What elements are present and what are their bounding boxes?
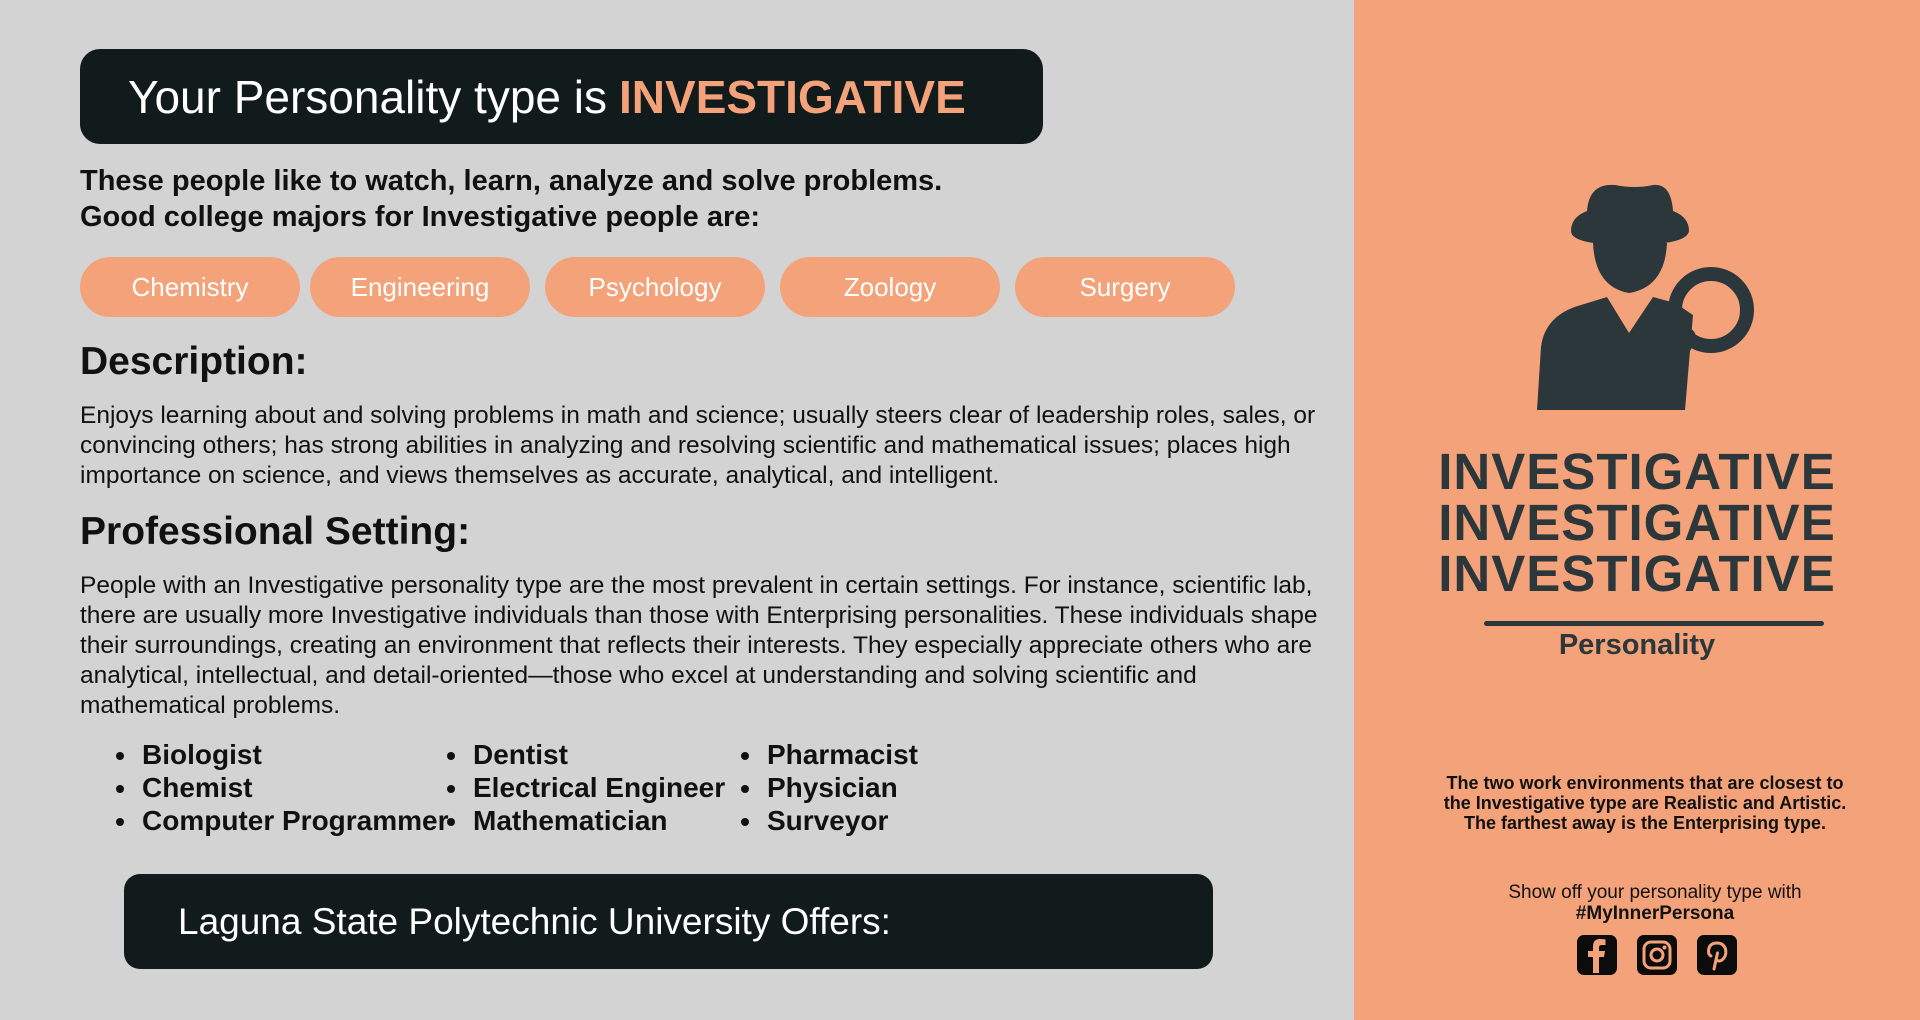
title-prefix: Your Personality type is	[128, 70, 608, 123]
share-text: Show off your personality type with	[1508, 882, 1802, 903]
note-line-1: The two work environments that are close…	[1446, 773, 1844, 793]
work-environment-note: The two work environments that are close…	[1390, 773, 1900, 833]
hashtag[interactable]: #MyInnerPersona	[1390, 903, 1920, 924]
left-panel: Your Personality type is INVESTIGATIVE T…	[0, 0, 1354, 1020]
professional-setting-text: People with an Investigative personality…	[80, 572, 1318, 719]
list-item: Dentist	[447, 738, 725, 771]
list-item: Biologist	[116, 738, 449, 771]
personality-type-wordmark: INVESTIGATIVE INVESTIGATIVE INVESTIGATIV…	[1354, 446, 1920, 599]
career-list-column-2: Dentist Electrical Engineer Mathematicia…	[447, 738, 725, 837]
note-line-3: The farthest away is the Enterprising ty…	[1463, 813, 1827, 833]
personality-subtitle: Personality	[1558, 629, 1716, 661]
university-offers-banner[interactable]: Laguna State Polytechnic University Offe…	[124, 874, 1213, 969]
wordmark-line-2: INVESTIGATIVE	[1438, 494, 1836, 551]
major-chip-engineering[interactable]: Engineering	[310, 257, 530, 317]
list-item: Physician	[741, 771, 918, 804]
description-text: Enjoys learning about and solving proble…	[80, 402, 1316, 489]
major-chip-psychology[interactable]: Psychology	[545, 257, 765, 317]
intro-line-2: Good college majors for Investigative pe…	[80, 201, 761, 233]
list-item: Computer Programmer	[116, 804, 449, 837]
career-list-column-1: Biologist Chemist Computer Programmer	[116, 738, 449, 837]
pinterest-icon[interactable]	[1697, 935, 1737, 975]
major-chip-chemistry[interactable]: Chemistry	[80, 257, 300, 317]
major-chip-surgery[interactable]: Surgery	[1015, 257, 1235, 317]
wordmark-underline	[1484, 621, 1824, 626]
share-callout: Show off your personality type with #MyI…	[1390, 882, 1920, 924]
personality-type-highlight: INVESTIGATIVE	[619, 70, 966, 123]
wordmark-line-3: INVESTIGATIVE	[1438, 545, 1836, 602]
list-item: Chemist	[116, 771, 449, 804]
list-item: Electrical Engineer	[447, 771, 725, 804]
major-chip-zoology[interactable]: Zoology	[780, 257, 1000, 317]
intro-text: These people like to watch, learn, analy…	[80, 163, 1280, 235]
detective-magnifier-icon	[1537, 184, 1754, 410]
wordmark-line-1: INVESTIGATIVE	[1438, 443, 1836, 500]
instagram-icon[interactable]	[1637, 935, 1677, 975]
intro-line-1: These people like to watch, learn, analy…	[80, 165, 943, 197]
offers-label: Laguna State Polytechnic University Offe…	[178, 900, 891, 942]
list-item: Pharmacist	[741, 738, 918, 771]
majors-list: Chemistry Engineering Psychology Zoology…	[80, 257, 1280, 317]
list-item: Mathematician	[447, 804, 725, 837]
result-title-banner: Your Personality type is INVESTIGATIVE	[80, 49, 1043, 144]
facebook-icon[interactable]	[1577, 935, 1617, 975]
note-line-2: the Investigative type are Realistic and…	[1443, 793, 1847, 813]
list-item: Surveyor	[741, 804, 918, 837]
career-list-column-3: Pharmacist Physician Surveyor	[741, 738, 918, 837]
professional-setting-heading: Professional Setting:	[80, 510, 471, 553]
description-heading: Description:	[80, 340, 308, 383]
